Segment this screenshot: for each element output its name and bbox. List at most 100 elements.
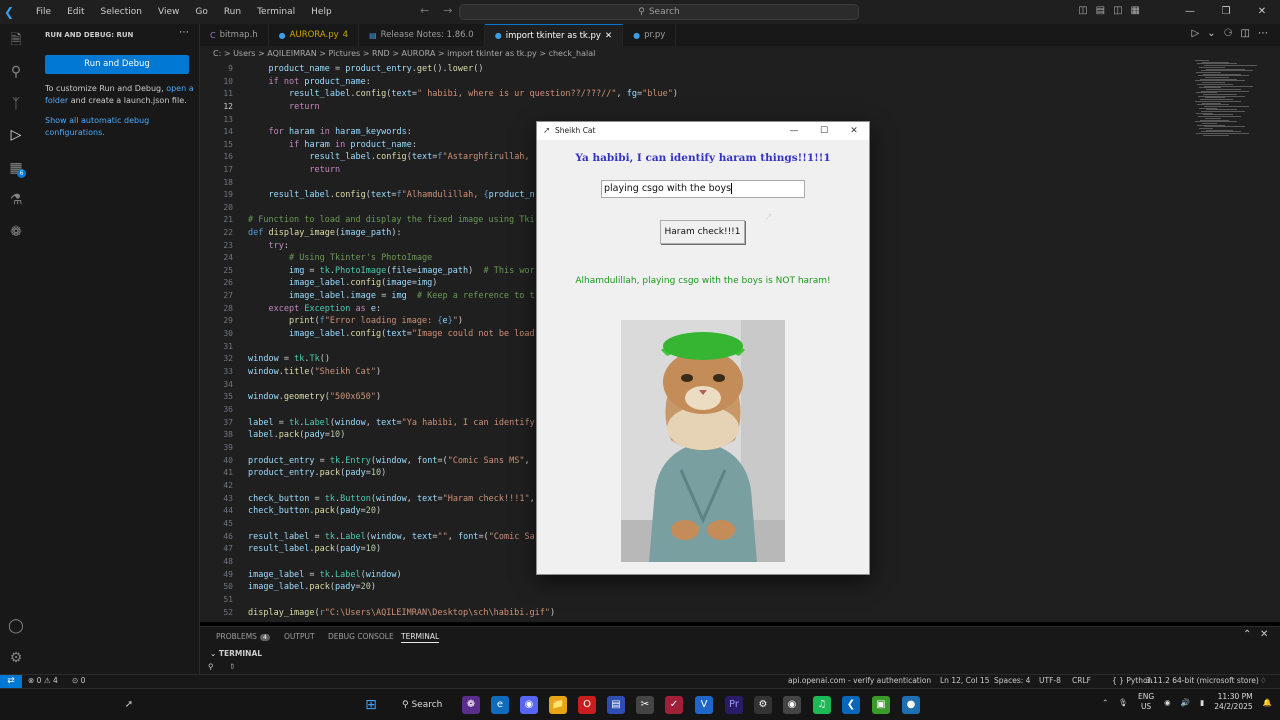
diff-icon[interactable]: ⚆ [1224,28,1233,39]
eol-status[interactable]: CRLF [1072,676,1091,685]
spotify-icon[interactable]: ♫ [813,696,831,714]
close-panel-icon[interactable]: ✕ [1260,629,1268,640]
notification-bell-icon[interactable]: 🔔 [1263,698,1272,707]
opera-icon[interactable]: O [578,696,596,714]
battery-icon[interactable]: ▮ [1200,698,1204,707]
cursor-position[interactable]: Ln 12, Col 15 [940,676,989,685]
tab-bitmap-h[interactable]: Cbitmap.h [200,24,269,46]
close-icon[interactable]: ✕ [839,122,869,140]
visual-studio-icon[interactable]: V [695,696,713,714]
chevron-down-icon[interactable]: ⌄ [1207,28,1215,39]
mouse-pointer-icon: ➚ [124,699,134,710]
breadcrumb[interactable]: C: > Users > AQILEIMRAN > Pictures > RND… [200,46,1280,62]
menu-run[interactable]: Run [216,0,249,24]
tk-window-title: Sheikh Cat [555,126,596,135]
run-and-debug-button[interactable]: Run and Debug [45,55,189,74]
start-icon[interactable]: ⊞ [362,696,380,714]
testing-icon[interactable]: ⚗ [6,190,26,210]
line-number: 42 [223,481,233,490]
python-app-icon[interactable]: ● [902,696,920,714]
back-arrow-icon[interactable]: ← [420,4,429,17]
minimize-icon[interactable]: — [1172,0,1208,24]
maximize-icon[interactable]: ☐ [809,122,839,140]
terminal-cursor[interactable]: ▯ [230,661,235,670]
notifications-icon[interactable]: ♢ [1260,676,1267,685]
line-number: 14 [223,127,233,136]
menu-selection[interactable]: Selection [93,0,150,24]
premiere-icon[interactable]: Pr [725,696,743,714]
account-icon[interactable]: ◯ [6,616,26,636]
menu-help[interactable]: Help [303,0,340,24]
toggle-panel-icon[interactable]: ▤ [1096,5,1105,16]
restore-icon[interactable]: ❐ [1208,0,1244,24]
android-icon[interactable]: ▣ [872,696,890,714]
tab-terminal[interactable]: TERMINAL [401,632,440,643]
show-debug-configs-link[interactable]: Show all automatic debug configurations. [45,115,195,139]
minimap[interactable] [1195,60,1257,140]
encoding-status[interactable]: UTF-8 [1039,676,1061,685]
indentation-status[interactable]: Spaces: 4 [994,676,1030,685]
volume-icon[interactable]: 🔊 [1181,698,1190,707]
run-file-icon[interactable]: ▷ [1191,28,1199,39]
interpreter-status[interactable]: 3.11.2 64-bit (microsoft store) [1146,676,1259,685]
wifi-icon[interactable]: ◉ [1164,698,1171,707]
more-actions-icon[interactable]: ⋯ [179,27,189,38]
copilot-icon[interactable]: ❁ [6,222,26,242]
open-folder-link-2[interactable]: folder [45,96,68,105]
clock[interactable]: 11:30 PM 24/2/2025 [1214,692,1252,712]
line-number: 41 [223,468,233,477]
menu-go[interactable]: Go [187,0,215,24]
tab-aurora-py[interactable]: ● AURORA.py 4 [269,24,360,46]
problems-status[interactable]: ⊗ 0 ⚠ 4 [28,676,58,685]
chevron-up-icon[interactable]: ⌃ [1102,698,1108,707]
remote-indicator-icon[interactable]: ⇄ [0,675,22,688]
gear-icon[interactable]: ⚙ [6,648,26,668]
split-editor-icon[interactable]: ◫ [1241,28,1250,39]
menu-file[interactable]: File [28,0,59,24]
tk-title-bar[interactable]: ➚ Sheikh Cat — ☐ ✕ [537,122,869,140]
customize-layout-icon[interactable]: ▦ [1131,5,1140,16]
tab-import-tkinter[interactable]: ● import tkinter as tk.py ✕ [484,24,624,46]
copilot-app-icon[interactable]: ❁ [462,696,480,714]
steam-icon[interactable]: ⚙ [754,696,772,714]
close-icon[interactable]: ✕ [1244,0,1280,24]
app-red-icon[interactable]: ✓ [665,696,683,714]
discord-icon[interactable]: ◉ [520,696,538,714]
terminal-section-header[interactable]: ⌄ TERMINAL [210,649,262,658]
microphone-icon[interactable]: 🎙 [1118,698,1128,707]
tab-output[interactable]: OUTPUT [284,632,315,641]
store-icon[interactable]: ▤ [607,696,625,714]
menu-terminal[interactable]: Terminal [249,0,303,24]
menu-edit[interactable]: Edit [59,0,92,24]
tab-pr-py[interactable]: ● pr.py [623,24,677,46]
file-explorer-icon[interactable]: 📁 [549,696,567,714]
search-icon[interactable]: ⚲ [6,62,26,82]
close-tab-icon[interactable]: ✕ [605,31,612,41]
explorer-icon[interactable]: 🗎 [6,30,26,50]
haram-check-button[interactable]: Haram check!!!1 [660,220,745,244]
auth-status[interactable]: api.openai.com - verify authentication [788,676,931,685]
minimize-icon[interactable]: — [779,122,809,140]
more-actions-icon[interactable]: ⋯ [1258,28,1268,39]
product-entry[interactable]: playing csgo with the boys [601,180,805,198]
code-line: # Function to load and display the fixed… [248,215,535,225]
tab-release-notes[interactable]: ▤ Release Notes: 1.86.0 [359,24,485,46]
language-indicator[interactable]: ENG US [1138,692,1154,712]
tab-problems[interactable]: PROBLEMS 4 [216,632,270,641]
menu-view[interactable]: View [150,0,187,24]
tab-debug-console[interactable]: DEBUG CONSOLE [328,632,394,641]
ports-status[interactable]: ⊙ 0 [72,676,85,685]
edge-icon[interactable]: e [491,696,509,714]
chevron-up-icon[interactable]: ⌃ [1243,629,1251,640]
open-folder-link[interactable]: open a [166,84,193,93]
taskbar-search[interactable]: ⚲ Search [392,697,450,713]
run-debug-icon[interactable]: ▷ [6,125,26,145]
vscode-taskbar-icon[interactable]: ❮ [842,696,860,714]
forward-arrow-icon[interactable]: → [443,4,452,17]
source-control-icon[interactable]: ᛉ [6,94,26,114]
toggle-sidebar-icon[interactable]: ◫ [1078,5,1087,16]
toggle-secondary-sidebar-icon[interactable]: ◫ [1113,5,1122,16]
command-search-box[interactable]: ⚲ Search [459,4,859,20]
chrome-icon[interactable]: ◉ [783,696,801,714]
snipping-tool-icon[interactable]: ✂ [636,696,654,714]
